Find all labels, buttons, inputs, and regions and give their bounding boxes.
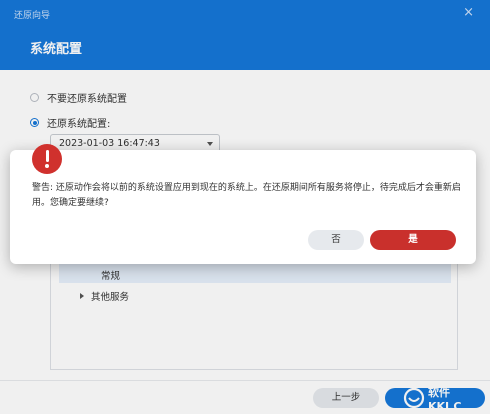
warning-dialog: 警告: 还原动作会将以前的系统设置应用到现在的系统上。在还原期间所有服务将停止，… xyxy=(10,144,476,264)
dialog-message: 警告: 还原动作会将以前的系统设置应用到现在的系统上。在还原期间所有服务将停止，… xyxy=(32,183,461,208)
warning-icon-bar xyxy=(45,150,49,162)
warning-icon-dot xyxy=(45,164,49,168)
no-button[interactable]: 否 xyxy=(308,230,364,250)
yes-button[interactable]: 是 xyxy=(370,230,456,250)
warning-icon xyxy=(32,144,62,174)
restore-wizard-window: 还原向导 × 系统配置 不要还原系统配置 还原系统配置: 2023-01-03 … xyxy=(0,0,490,414)
